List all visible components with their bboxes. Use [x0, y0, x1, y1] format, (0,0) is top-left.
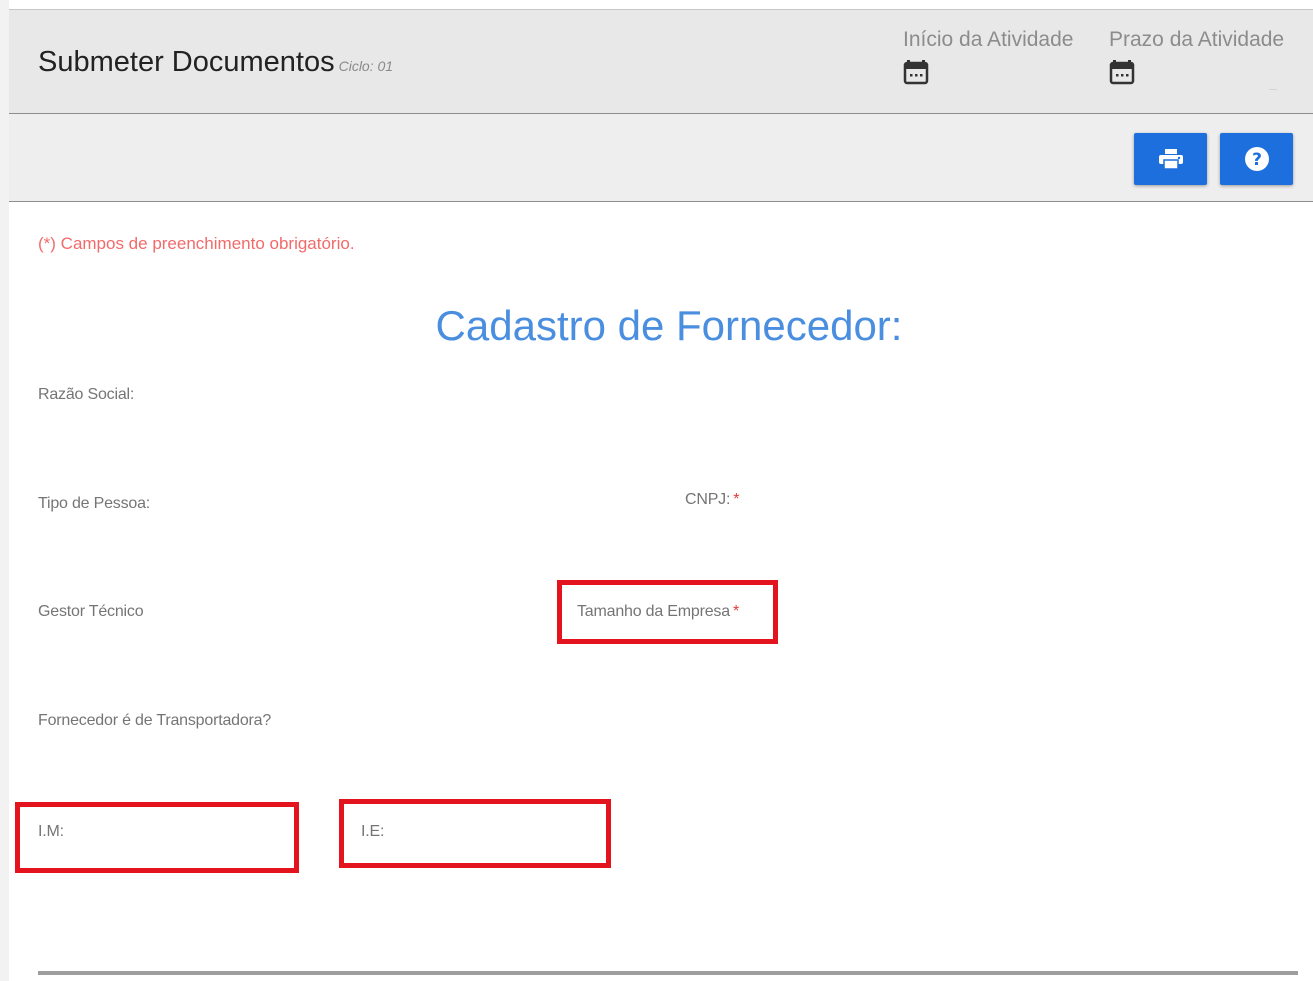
action-toolbar: ? [9, 114, 1313, 202]
section-divider [38, 971, 1298, 975]
form-title: Cadastro de Fornecedor: [435, 302, 903, 349]
required-fields-note: (*) Campos de preenchimento obrigatório. [38, 234, 355, 253]
tamanho-empresa-label: Tamanho da Empresa [577, 603, 730, 620]
ie-label: I.E: [361, 823, 385, 840]
transportadora-label: Fornecedor é de Transportadora? [38, 712, 272, 729]
activity-deadline-label: Prazo da Atividade [1109, 28, 1285, 51]
print-button[interactable] [1134, 133, 1207, 185]
gestor-tecnico-label: Gestor Técnico [38, 603, 144, 620]
page-title: Submeter Documentos Ciclo: 01 [38, 46, 393, 79]
help-button[interactable]: ? [1220, 133, 1293, 185]
required-marker: * [733, 491, 740, 508]
printer-icon [1158, 149, 1183, 170]
deadline-value: – [1269, 80, 1277, 96]
svg-text:?: ? [1252, 150, 1262, 170]
activity-deadline: Prazo da Atividade [1109, 28, 1284, 86]
left-edge-strip [0, 0, 9, 981]
razao-social-label: Razão Social: [38, 386, 135, 403]
activity-start: Início da Atividade [903, 28, 1073, 86]
page-header: Submeter Documentos Ciclo: 01 Início da A… [9, 9, 1313, 114]
calendar-icon[interactable] [1109, 58, 1135, 86]
question-circle-icon: ? [1244, 147, 1269, 171]
calendar-icon[interactable] [903, 58, 929, 86]
im-label: I.M: [38, 823, 64, 840]
cnpj-label: CNPJ: [685, 491, 731, 508]
required-marker: * [732, 603, 739, 620]
tamanho-empresa-field-label: Tamanho da Empresa * [577, 603, 739, 621]
cycle-label: Ciclo: 01 [338, 58, 394, 74]
tipo-pessoa-label: Tipo de Pessoa: [38, 495, 151, 512]
cnpj-field-label: CNPJ: * [685, 491, 739, 509]
activity-start-label: Início da Atividade [903, 28, 1074, 51]
page-title-text: Submeter Documentos [38, 46, 335, 78]
